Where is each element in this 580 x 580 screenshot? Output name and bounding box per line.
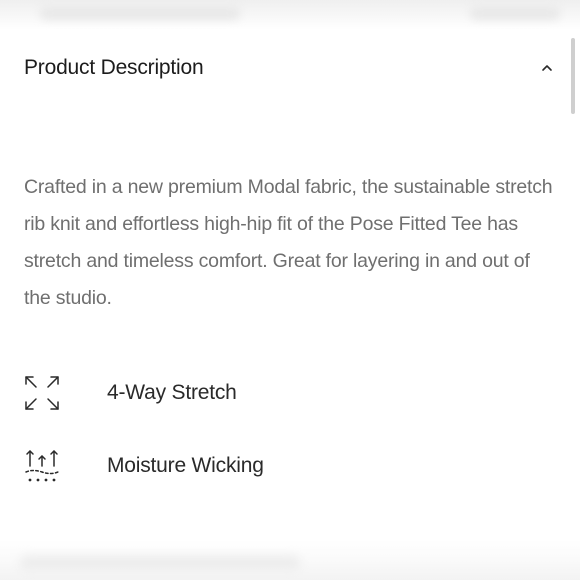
feature-label: 4-Way Stretch xyxy=(107,381,237,404)
feature-label: Moisture Wicking xyxy=(107,454,264,477)
accordion-header-product-description[interactable]: Product Description xyxy=(24,50,554,86)
accordion-title: Product Description xyxy=(24,56,204,79)
feature-moisture-wicking: Moisture Wicking xyxy=(22,444,542,488)
four-way-stretch-icon xyxy=(22,373,62,413)
top-blurred-edge xyxy=(0,0,580,30)
product-description-text: Crafted in a new premium Modal fabric, t… xyxy=(24,176,553,309)
moisture-wicking-icon xyxy=(22,446,62,486)
chevron-up-icon[interactable] xyxy=(540,61,554,75)
product-description-panel: Product Description Crafted in a new pre… xyxy=(0,0,580,580)
bottom-blurred-edge xyxy=(0,540,580,580)
feature-four-way-stretch: 4-Way Stretch xyxy=(22,371,542,415)
scrollbar-thumb[interactable] xyxy=(571,38,575,114)
